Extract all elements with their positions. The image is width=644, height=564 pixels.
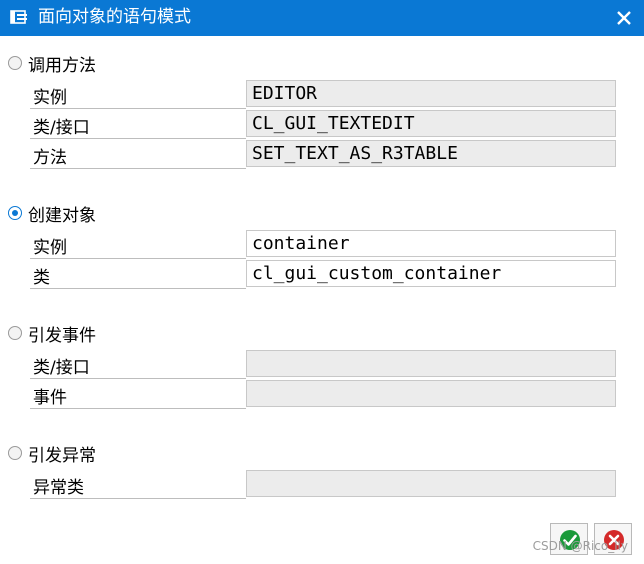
field-label-create-class: 类 [33, 268, 50, 288]
radio-raise-exception[interactable]: 引发异常 [8, 442, 96, 466]
field-label-call-method: 方法 [33, 148, 67, 168]
event-field [246, 380, 616, 407]
field-row-call-instance: 实例 EDITOR [30, 79, 618, 109]
field-row-call-class: 类/接口 CL_GUI_TEXTEDIT [30, 109, 618, 139]
radio-button-raise-event[interactable] [8, 326, 22, 340]
radio-button-raise-exception[interactable] [8, 446, 22, 460]
radio-call-method[interactable]: 调用方法 [8, 52, 96, 76]
radio-raise-event[interactable]: 引发事件 [8, 322, 96, 346]
divider [30, 288, 246, 289]
field-label-event: 事件 [33, 388, 67, 408]
field-label-call-instance: 实例 [33, 88, 67, 108]
radio-button-call-method[interactable] [8, 56, 22, 70]
field-row-create-class: 类 cl_gui_custom_container [30, 259, 618, 289]
event-class-interface-field [246, 350, 616, 377]
field-row-call-method: 方法 SET_TEXT_AS_R3TABLE [30, 139, 618, 169]
window-title: 面向对象的语句模式 [38, 7, 191, 27]
field-label-call-class: 类/接口 [33, 118, 90, 138]
field-label-exception-class: 异常类 [33, 478, 84, 498]
call-method-field: SET_TEXT_AS_R3TABLE [246, 140, 616, 167]
radio-label-call-method: 调用方法 [28, 55, 96, 76]
title-bar: 面向对象的语句模式 [0, 0, 644, 36]
field-label-create-instance: 实例 [33, 238, 67, 258]
create-class-input[interactable]: cl_gui_custom_container [246, 260, 616, 287]
call-instance-field: EDITOR [246, 80, 616, 107]
field-row-event-class: 类/接口 [30, 349, 618, 379]
radio-label-create-object: 创建对象 [28, 205, 96, 226]
field-row-create-instance: 实例 container [30, 229, 618, 259]
field-row-event: 事件 [30, 379, 618, 409]
divider [30, 168, 246, 169]
watermark: CSDN @Rico_lly [532, 539, 628, 553]
close-icon[interactable] [616, 10, 632, 26]
radio-label-raise-exception: 引发异常 [28, 445, 96, 466]
create-instance-input[interactable]: container [246, 230, 616, 257]
divider [30, 498, 246, 499]
call-class-interface-field: CL_GUI_TEXTEDIT [246, 110, 616, 137]
radio-label-raise-event: 引发事件 [28, 325, 96, 346]
form-icon [10, 10, 28, 26]
dialog-window: 面向对象的语句模式 调用方法 实例 EDITOR 类/接口 CL_GUI_TEX… [0, 0, 644, 564]
divider [30, 408, 246, 409]
radio-create-object[interactable]: 创建对象 [8, 202, 96, 226]
dialog-content: 调用方法 实例 EDITOR 类/接口 CL_GUI_TEXTEDIT 方法 S… [0, 36, 644, 564]
radio-button-create-object[interactable] [8, 206, 22, 220]
exception-class-field [246, 470, 616, 497]
field-label-event-class: 类/接口 [33, 358, 90, 378]
field-row-exception-class: 异常类 [30, 469, 618, 499]
